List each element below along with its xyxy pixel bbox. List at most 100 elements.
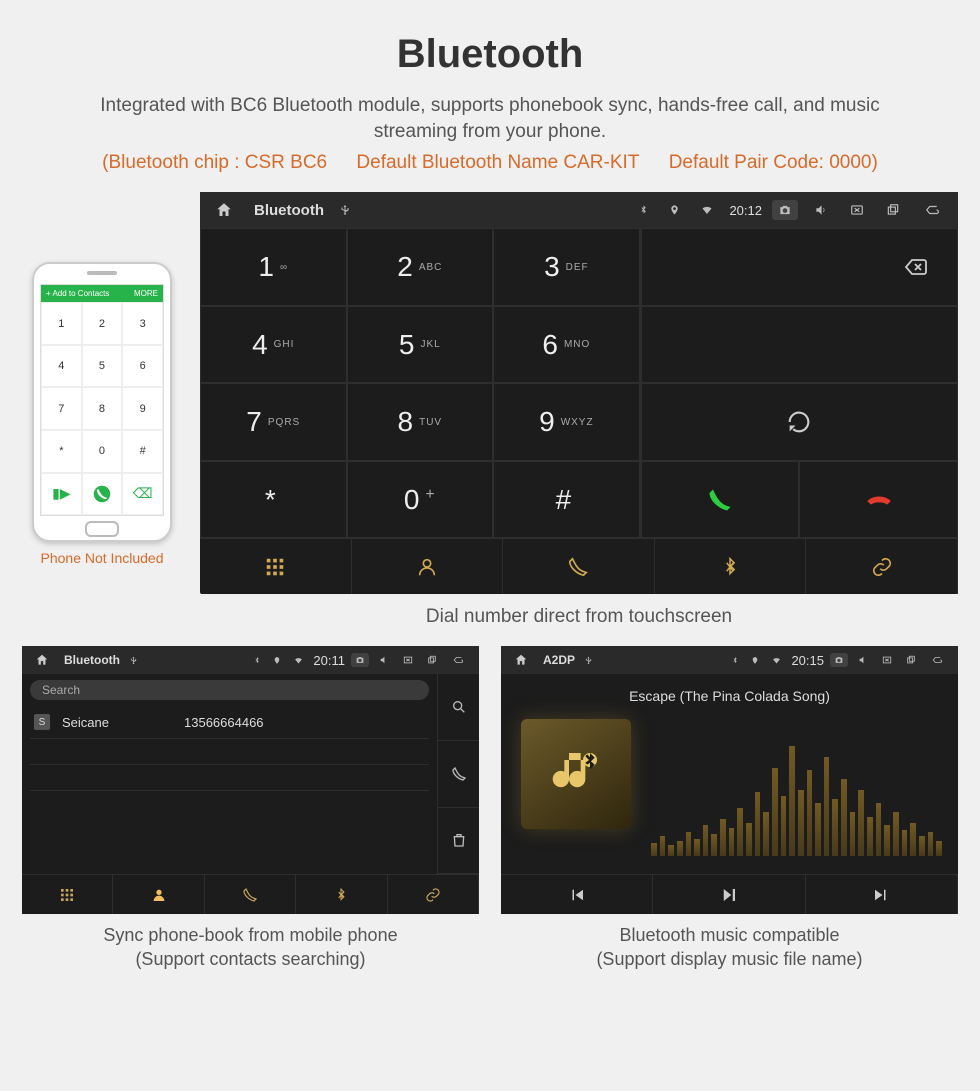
media-controls <box>501 874 958 914</box>
key-4[interactable]: 4GHI <box>200 306 347 384</box>
side-call-icon[interactable] <box>438 741 479 808</box>
nav-contacts-icon[interactable] <box>352 539 504 594</box>
dialer-caption: Dial number direct from touchscreen <box>200 606 958 628</box>
blank-cell <box>641 306 958 384</box>
key-2[interactable]: 2ABC <box>347 228 494 306</box>
phone-key[interactable]: # <box>122 430 163 473</box>
contact-name: Seicane <box>62 715 172 730</box>
bluetooth-status-icon <box>728 653 742 668</box>
screenshot-icon[interactable] <box>351 653 369 667</box>
music-caption: Bluetooth music compatible (Support disp… <box>501 924 958 971</box>
track-title: Escape (The Pina Colada Song) <box>501 688 958 704</box>
video-call-icon[interactable]: ▮▶ <box>41 473 82 516</box>
key-6[interactable]: 6MNO <box>493 306 640 384</box>
back-icon[interactable] <box>447 653 469 667</box>
next-track-button[interactable] <box>806 875 958 914</box>
phone-key[interactable]: 2 <box>82 302 123 345</box>
nav-contacts-icon[interactable] <box>113 875 204 914</box>
call-button[interactable] <box>641 461 800 539</box>
contact-row[interactable]: S Seicane 13566664466 <box>30 706 429 739</box>
phone-bar-right: MORE <box>134 289 158 298</box>
phone-bar-left: + Add to Contacts <box>46 289 109 298</box>
key-3[interactable]: 3DEF <box>493 228 640 306</box>
phone-key[interactable]: 1 <box>41 302 82 345</box>
contact-row <box>30 765 429 791</box>
key-1[interactable]: 1∞ <box>200 228 347 306</box>
status-bar: Bluetooth 20:12 <box>200 192 958 228</box>
key-7[interactable]: 7PQRS <box>200 383 347 461</box>
close-app-icon[interactable] <box>878 653 896 667</box>
phone-app-bar: + Add to Contacts MORE <box>41 285 163 302</box>
phone-keypad: 1 2 3 4 5 6 7 8 9 * 0 # ▮▶ <box>41 302 163 515</box>
usb-icon <box>581 653 596 668</box>
phone-key[interactable]: 9 <box>122 387 163 430</box>
volume-icon[interactable] <box>854 653 872 667</box>
dial-keypad: 1∞ 2ABC 3DEF 4GHI 5JKL 6MNO 7PQRS 8TUV 9… <box>200 228 640 538</box>
redial-button[interactable] <box>641 383 958 461</box>
bluetooth-status-icon <box>633 200 654 220</box>
contacts-bottom-nav <box>22 874 479 914</box>
contact-initial: S <box>34 714 50 730</box>
wifi-icon <box>290 654 307 667</box>
key-hash[interactable]: # <box>493 461 640 539</box>
phone-key[interactable]: 7 <box>41 387 82 430</box>
phone-key[interactable]: 5 <box>82 345 123 388</box>
phone-key[interactable]: 0 <box>82 430 123 473</box>
bluetooth-status-icon <box>250 653 264 668</box>
phone-caption: Phone Not Included <box>41 550 164 566</box>
back-icon[interactable] <box>916 200 948 220</box>
search-input[interactable]: Search <box>30 680 429 700</box>
status-bar: Bluetooth 20:11 <box>22 646 479 674</box>
home-icon[interactable] <box>32 651 52 669</box>
screenshot-icon[interactable] <box>772 200 798 220</box>
phone-key[interactable]: 3 <box>122 302 163 345</box>
home-icon[interactable] <box>511 651 531 669</box>
recents-icon[interactable] <box>880 200 906 220</box>
phone-key[interactable]: 4 <box>41 345 82 388</box>
side-delete-icon[interactable] <box>438 808 479 875</box>
close-app-icon[interactable] <box>844 200 870 220</box>
close-app-icon[interactable] <box>399 653 417 667</box>
recents-icon[interactable] <box>423 653 441 667</box>
volume-icon[interactable] <box>808 200 834 220</box>
clock: 20:15 <box>791 653 824 668</box>
phone-key[interactable]: 6 <box>122 345 163 388</box>
nav-keypad-icon[interactable] <box>200 539 352 594</box>
call-icon[interactable] <box>82 473 123 516</box>
backspace-icon[interactable]: ⌫ <box>122 473 163 516</box>
home-icon[interactable] <box>210 198 238 222</box>
clock: 20:12 <box>729 203 762 218</box>
contact-row <box>30 739 429 765</box>
side-search-icon[interactable] <box>438 674 479 741</box>
play-pause-button[interactable] <box>653 875 805 914</box>
hangup-button[interactable] <box>799 461 958 539</box>
back-icon[interactable] <box>926 653 948 667</box>
nav-keypad-icon[interactable] <box>22 875 113 914</box>
spec-code: Default Pair Code: 0000) <box>669 152 878 173</box>
status-bar: A2DP 20:15 <box>501 646 958 674</box>
key-star[interactable]: * <box>200 461 347 539</box>
contact-row <box>30 791 429 817</box>
nav-recent-calls-icon[interactable] <box>205 875 296 914</box>
nav-bluetooth-icon[interactable] <box>655 539 807 594</box>
recents-icon[interactable] <box>902 653 920 667</box>
volume-icon[interactable] <box>375 653 393 667</box>
location-icon <box>664 200 685 220</box>
nav-link-icon[interactable] <box>806 539 958 594</box>
music-panel: A2DP 20:15 Escape (The Pina Colada Song) <box>501 646 958 914</box>
nav-link-icon[interactable] <box>388 875 479 914</box>
screenshot-icon[interactable] <box>830 653 848 667</box>
key-9[interactable]: 9WXYZ <box>493 383 640 461</box>
key-5[interactable]: 5JKL <box>347 306 494 384</box>
key-8[interactable]: 8TUV <box>347 383 494 461</box>
location-icon <box>748 653 762 668</box>
backspace-button[interactable] <box>641 228 958 306</box>
prev-track-button[interactable] <box>501 875 653 914</box>
phone-key[interactable]: * <box>41 430 82 473</box>
dialer-bottom-nav <box>200 538 958 594</box>
key-0[interactable]: 0+ <box>347 461 494 539</box>
usb-icon <box>126 653 141 668</box>
phone-key[interactable]: 8 <box>82 387 123 430</box>
nav-bluetooth-icon[interactable] <box>296 875 387 914</box>
nav-recent-calls-icon[interactable] <box>503 539 655 594</box>
